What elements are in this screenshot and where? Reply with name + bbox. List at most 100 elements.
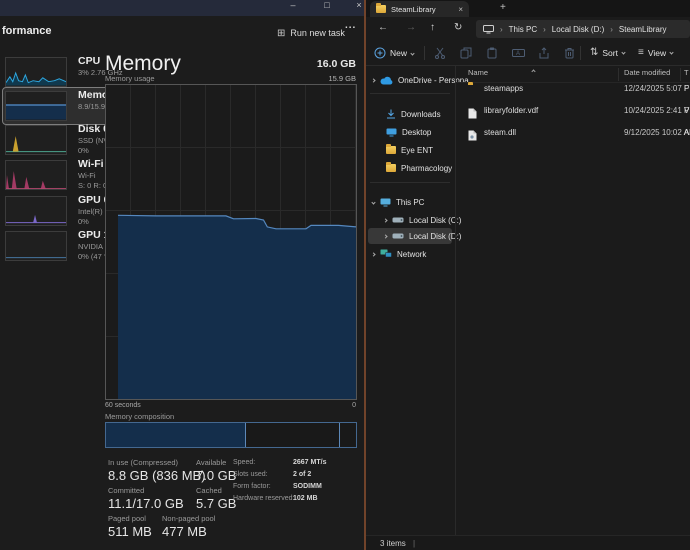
file-explorer-window: SteamLibrary × + ← → ↑ ↻ › This PC › Loc… bbox=[366, 0, 690, 550]
sort-button[interactable]: ⇅ Sort bbox=[590, 47, 626, 58]
hwreserved-label: Hardware reserved: bbox=[233, 495, 295, 502]
file-row-steam-dll[interactable]: steam.dll 9/12/2025 10:02 AM A bbox=[456, 124, 690, 144]
sidebar-item-eye-ent[interactable]: Eye ENT bbox=[386, 142, 433, 158]
this-pc-label: This PC bbox=[396, 197, 425, 207]
tab-title: SteamLibrary bbox=[391, 4, 436, 14]
status-bar: 3 items | bbox=[366, 535, 690, 550]
navigation-pane: OneDrive - Persona Downloads Desktop Eye… bbox=[366, 66, 469, 535]
chevron-right-icon bbox=[383, 233, 388, 239]
chevron-right-icon bbox=[383, 217, 388, 223]
sidebar-item-downloads[interactable]: Downloads bbox=[386, 106, 441, 122]
sidebar-item-this-pc[interactable]: This PC bbox=[371, 194, 425, 210]
cached-value: 5.7 GB bbox=[196, 496, 237, 511]
column-header-name[interactable]: Name bbox=[468, 68, 488, 77]
inuse-value: 8.8 GB (836 MB) bbox=[108, 468, 206, 483]
screen: – □ × formance ⊞ Run new task ... CPU 3%… bbox=[0, 0, 690, 550]
committed-label: Committed bbox=[108, 486, 145, 495]
up-icon[interactable]: ↑ bbox=[430, 22, 435, 33]
gpu1-sparkline bbox=[5, 231, 67, 261]
page-title: Memory bbox=[105, 52, 181, 75]
cut-icon bbox=[434, 47, 446, 59]
item-count: 3 items bbox=[380, 539, 406, 548]
pharmacology-label: Pharmacology bbox=[401, 163, 453, 173]
column-header-type[interactable]: T bbox=[684, 68, 689, 77]
task-manager-window: – □ × formance ⊞ Run new task ... CPU 3%… bbox=[0, 0, 364, 550]
more-options-button[interactable]: ... bbox=[345, 20, 356, 31]
rename-icon: A bbox=[512, 47, 525, 59]
local-disk-d-label: Local Disk (D:) bbox=[409, 231, 462, 241]
paste-icon bbox=[486, 47, 498, 59]
breadcrumb[interactable]: › This PC › Local Disk (D:) › SteamLibra… bbox=[476, 20, 690, 38]
breadcrumb-separator: › bbox=[610, 24, 613, 34]
local-disk-c-label: Local Disk (C:) bbox=[409, 215, 462, 225]
file-row-libraryfolder[interactable]: libraryfolder.vdf 10/24/2025 2:41 PM V bbox=[456, 102, 690, 122]
breadcrumb-local-disk-d[interactable]: Local Disk (D:) bbox=[552, 25, 604, 34]
file-date: 10/24/2025 2:41 PM bbox=[624, 106, 690, 115]
paste-button[interactable] bbox=[486, 47, 498, 59]
file-row-steamapps[interactable]: steamapps 12/24/2025 5:07 PM F bbox=[456, 80, 690, 100]
explorer-tabbar: SteamLibrary × + bbox=[366, 0, 690, 17]
slots-value: 2 of 2 bbox=[293, 471, 312, 478]
maximize-icon[interactable]: □ bbox=[316, 0, 338, 10]
memory-ymax-label: 15.9 GB bbox=[328, 74, 356, 83]
task-manager-header: formance ⊞ Run new task ... bbox=[0, 16, 364, 48]
sidebar-item-network[interactable]: Network bbox=[371, 246, 426, 262]
file-name: steam.dll bbox=[484, 128, 517, 137]
available-value: 7.0 GB bbox=[196, 468, 237, 483]
formfactor-value: SODIMM bbox=[293, 483, 322, 490]
cut-button[interactable] bbox=[434, 47, 446, 59]
this-pc-icon bbox=[380, 198, 391, 207]
sidebar-item-local-disk-c[interactable]: Local Disk (C:) bbox=[383, 212, 462, 228]
refresh-icon[interactable]: ↻ bbox=[454, 22, 462, 33]
x-axis-left-label: 60 seconds bbox=[105, 402, 141, 409]
tab-steamlibrary[interactable]: SteamLibrary × bbox=[370, 1, 469, 17]
sidebar-item-desktop[interactable]: Desktop bbox=[386, 124, 431, 140]
folder-icon bbox=[376, 3, 386, 13]
cpu-sparkline bbox=[5, 57, 67, 87]
desktop-label: Desktop bbox=[402, 127, 432, 137]
disk-sparkline bbox=[5, 125, 67, 155]
tab-close-icon[interactable]: × bbox=[458, 5, 463, 14]
downloads-icon bbox=[386, 109, 396, 119]
new-tab-button[interactable]: + bbox=[500, 2, 506, 13]
downloads-label: Downloads bbox=[401, 109, 441, 119]
copy-button[interactable] bbox=[460, 47, 472, 59]
composition-free bbox=[340, 423, 356, 447]
trash-icon bbox=[564, 47, 575, 59]
breadcrumb-separator: › bbox=[500, 24, 503, 34]
memory-composition-label: Memory composition bbox=[105, 412, 175, 421]
back-icon[interactable]: ← bbox=[378, 22, 388, 33]
view-button[interactable]: ≡ View bbox=[638, 47, 674, 58]
sidebar-item-pharmacology[interactable]: Pharmacology bbox=[386, 160, 452, 176]
copy-icon bbox=[460, 47, 472, 59]
speed-value: 2667 MT/s bbox=[293, 459, 327, 466]
paged-value: 511 MB bbox=[108, 524, 152, 539]
breadcrumb-this-pc[interactable]: This PC bbox=[509, 25, 537, 34]
formfactor-label: Form factor: bbox=[233, 483, 271, 490]
memory-usage-label: Memory usage bbox=[105, 74, 155, 83]
forward-icon[interactable]: → bbox=[406, 22, 416, 33]
share-button[interactable] bbox=[538, 47, 550, 59]
new-plus-icon bbox=[374, 47, 386, 59]
onedrive-cloud-icon bbox=[380, 76, 393, 85]
chevron-down-icon bbox=[371, 199, 376, 205]
breadcrumb-steamlibrary[interactable]: SteamLibrary bbox=[619, 25, 667, 34]
view-icon: ≡ bbox=[638, 47, 644, 58]
folder-icon bbox=[386, 162, 396, 172]
file-name: libraryfolder.vdf bbox=[484, 106, 539, 115]
file-type: F bbox=[684, 84, 689, 93]
file-icon bbox=[468, 106, 477, 124]
memory-usage-chart bbox=[105, 84, 357, 400]
inuse-label: In use (Compressed) bbox=[108, 458, 179, 467]
chevron-right-icon bbox=[371, 251, 376, 257]
delete-button[interactable] bbox=[564, 47, 575, 59]
run-new-task-button[interactable]: ⊞ Run new task bbox=[277, 24, 345, 42]
rename-button[interactable]: A bbox=[512, 47, 525, 59]
minimize-icon[interactable]: – bbox=[282, 0, 304, 10]
new-button[interactable]: New bbox=[374, 47, 415, 59]
column-header-date[interactable]: Date modified bbox=[624, 68, 670, 77]
paged-label: Paged pool bbox=[108, 514, 146, 523]
sidebar-item-local-disk-d[interactable]: Local Disk (D:) bbox=[383, 228, 462, 244]
explorer-toolbar: New A ⇅ Sort ≡ View bbox=[366, 41, 690, 66]
chevron-down-icon bbox=[669, 50, 674, 55]
